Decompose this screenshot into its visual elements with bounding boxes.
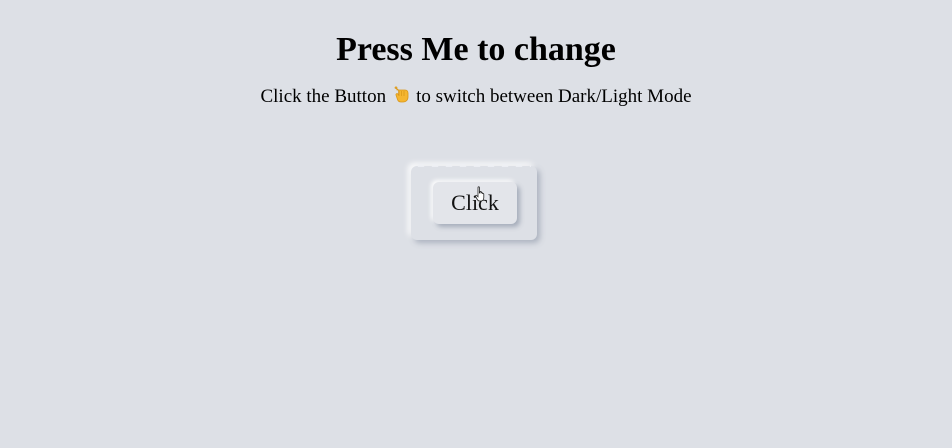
page-title: Press Me to change xyxy=(336,31,616,68)
page: Press Me to change Click the Button to s… xyxy=(0,0,952,448)
backhand-index-pointing-down-icon xyxy=(390,84,412,106)
hand-pointer-cursor-icon xyxy=(475,186,485,202)
toggle-container: Click xyxy=(411,163,537,240)
subtitle-text-before: Click the Button xyxy=(260,86,387,107)
subtitle-text-after: to switch between Dark/Light Mode xyxy=(416,86,692,107)
page-subtitle: Click the Button to switch between Dark/… xyxy=(0,84,952,109)
